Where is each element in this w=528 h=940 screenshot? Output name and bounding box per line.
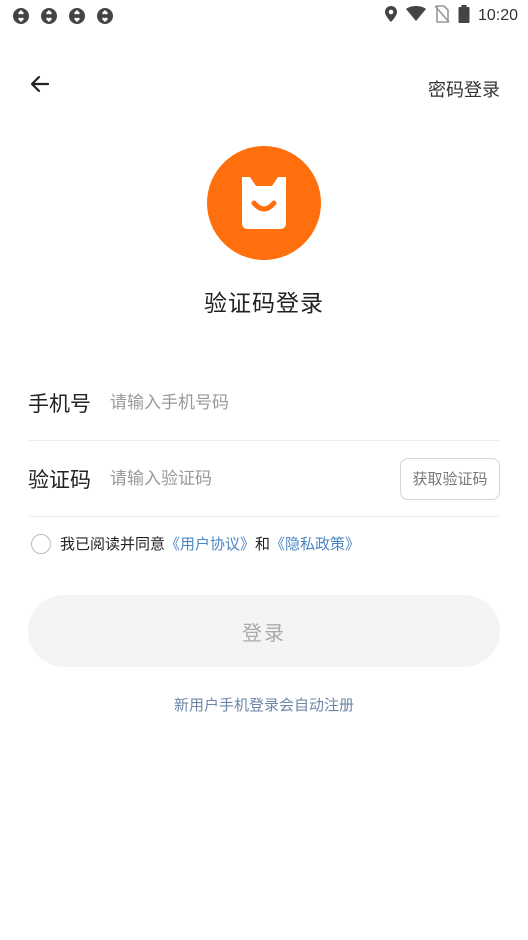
app-notification-icon — [96, 7, 114, 25]
agreement-conjunction: 和 — [255, 535, 271, 553]
app-notification-icon — [12, 7, 30, 25]
status-time: 10:20 — [477, 7, 518, 24]
agreement-row: 我已阅读并同意 《用户协议》 和 《隐私政策》 — [31, 533, 360, 554]
app-notification-icon — [40, 7, 58, 25]
wifi-icon — [405, 6, 426, 26]
agreement-checkbox[interactable] — [31, 533, 51, 554]
location-icon — [384, 5, 398, 27]
status-bar: 10:20 — [0, 0, 528, 32]
code-row: 验证码 获取验证码 — [28, 441, 500, 517]
privacy-policy-link[interactable]: 《隐私政策》 — [270, 533, 360, 554]
page-title: 验证码登录 — [204, 291, 324, 317]
user-agreement-link[interactable]: 《用户协议》 — [165, 533, 255, 554]
no-sim-icon — [434, 5, 450, 27]
agreement-prefix: 我已阅读并同意 — [60, 535, 166, 553]
battery-icon — [458, 5, 470, 27]
login-button[interactable]: 登录 — [28, 595, 500, 667]
app-logo — [207, 146, 321, 260]
password-login-link[interactable]: 密码登录 — [428, 76, 500, 102]
back-button[interactable] — [28, 74, 52, 98]
auto-register-note: 新用户手机登录会自动注册 — [173, 696, 354, 714]
phone-input[interactable] — [110, 392, 500, 413]
notification-icons — [12, 7, 114, 25]
phone-row: 手机号 — [28, 365, 500, 441]
phone-label: 手机号 — [28, 391, 91, 416]
back-arrow-icon — [29, 73, 51, 99]
code-label: 验证码 — [28, 467, 91, 492]
get-code-button[interactable]: 获取验证码 — [400, 457, 500, 500]
app-notification-icon — [68, 7, 86, 25]
code-input[interactable] — [110, 468, 400, 489]
system-icons: 10:20 — [384, 5, 518, 27]
logo-mark-icon — [242, 177, 286, 229]
